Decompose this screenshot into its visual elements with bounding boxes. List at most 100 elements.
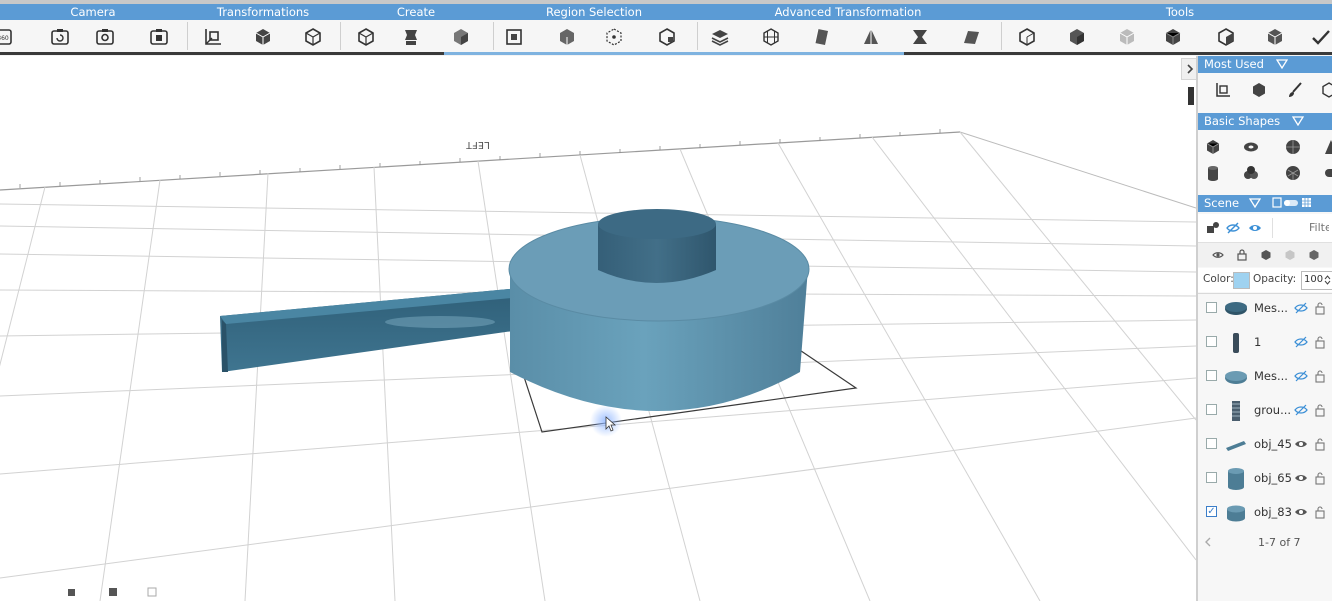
view-indicator-dot[interactable] xyxy=(147,587,157,597)
group-header-advanced-transformation[interactable]: Advanced Transformation xyxy=(696,4,1000,20)
create-box-button[interactable] xyxy=(355,26,377,48)
camera-rotate-button[interactable] xyxy=(49,26,71,48)
create-mesh-button[interactable] xyxy=(450,26,472,48)
cone-shape-icon[interactable] xyxy=(1322,138,1332,156)
adv-twist-button[interactable] xyxy=(909,26,931,48)
camera-settings-button[interactable] xyxy=(94,26,116,48)
unlock-icon[interactable] xyxy=(1314,505,1326,519)
model-knob[interactable] xyxy=(598,209,716,283)
group-header-camera[interactable]: Camera xyxy=(0,4,186,20)
scale-tool-button[interactable] xyxy=(302,26,324,48)
visibility-eye-icon[interactable] xyxy=(1294,437,1308,451)
move-axes-icon[interactable] xyxy=(1214,81,1232,99)
capsule-shape-icon[interactable] xyxy=(1322,164,1332,182)
geosphere-shape-icon[interactable] xyxy=(1284,164,1302,182)
visibility-eye-icon[interactable] xyxy=(1294,505,1308,519)
visibility-eye-icon[interactable] xyxy=(1294,403,1308,417)
cylinder-shape-icon[interactable] xyxy=(1204,164,1222,182)
adv-subdivide-button[interactable] xyxy=(760,26,782,48)
scene-list-item[interactable]: obj_65 xyxy=(1198,462,1332,496)
unlock-icon[interactable] xyxy=(1314,335,1326,349)
scene-list-item[interactable]: ✓ obj_83 xyxy=(1198,496,1332,530)
view-360-button[interactable]: 360 xyxy=(0,26,14,48)
scene-header[interactable]: Scene xyxy=(1198,195,1332,212)
unlock-icon[interactable] xyxy=(1314,301,1326,315)
basic-shapes-header[interactable]: Basic Shapes xyxy=(1198,113,1332,130)
paint-brush-icon[interactable] xyxy=(1286,81,1304,99)
item-checkbox[interactable] xyxy=(1206,438,1217,449)
scene-list-item[interactable]: grou... xyxy=(1198,394,1332,428)
tool-cut-button[interactable] xyxy=(1215,26,1237,48)
rotate-tool-button[interactable] xyxy=(252,26,274,48)
adv-bend-button[interactable] xyxy=(960,26,982,48)
adv-shear-button[interactable] xyxy=(810,26,832,48)
stepper-arrows-icon[interactable] xyxy=(1324,274,1331,286)
unlock-icon[interactable] xyxy=(1314,403,1326,417)
tool-boolean-button[interactable] xyxy=(1264,26,1286,48)
axis-label: LEFT xyxy=(466,139,490,150)
cylinder-thumbnail-icon xyxy=(1228,468,1244,490)
item-checkbox[interactable] xyxy=(1206,404,1217,415)
unlock-icon[interactable] xyxy=(1314,437,1326,451)
scene-list-item[interactable]: Mes... xyxy=(1198,360,1332,394)
3d-viewport[interactable]: LEFT xyxy=(0,56,1196,601)
cube-ghost-icon[interactable] xyxy=(1284,249,1296,261)
visibility-eye-icon[interactable] xyxy=(1294,471,1308,485)
item-checkbox[interactable] xyxy=(1206,336,1217,347)
unlock-icon[interactable] xyxy=(1314,471,1326,485)
select-vertices-button[interactable] xyxy=(603,26,625,48)
most-used-header[interactable]: Most Used xyxy=(1198,56,1332,73)
move-tool-button[interactable] xyxy=(202,26,224,48)
item-checkbox[interactable] xyxy=(1206,302,1217,313)
tool-measure-button[interactable] xyxy=(1016,26,1038,48)
model-handle[interactable] xyxy=(220,288,520,372)
cube-wire-icon[interactable] xyxy=(1308,249,1320,261)
cube-outline-icon[interactable] xyxy=(1320,81,1332,99)
select-faces-button[interactable] xyxy=(556,26,578,48)
create-extrude-button[interactable] xyxy=(400,26,422,48)
scene-filter-input[interactable] xyxy=(1273,218,1331,236)
scrollbar-thumb[interactable] xyxy=(1188,87,1194,105)
group-header-region-selection[interactable]: Region Selection xyxy=(494,4,694,20)
adv-stack-button[interactable] xyxy=(709,26,731,48)
shapes-filter-icon[interactable] xyxy=(1206,221,1220,235)
tool-ghost-button[interactable] xyxy=(1116,26,1138,48)
cube-solid-icon[interactable] xyxy=(1260,249,1272,261)
viewport-canvas[interactable]: LEFT xyxy=(0,56,1196,601)
unlock-icon[interactable] xyxy=(1314,369,1326,383)
group-header-transformations[interactable]: Transformations xyxy=(188,4,338,20)
torus-shape-icon[interactable] xyxy=(1242,138,1260,156)
eye-icon[interactable] xyxy=(1212,249,1224,261)
cube-rotate-icon[interactable] xyxy=(1250,81,1268,99)
scene-list-item[interactable]: obj_45 xyxy=(1198,428,1332,462)
item-checkbox-checked[interactable]: ✓ xyxy=(1206,506,1217,517)
view-indicator-dot[interactable] xyxy=(109,588,117,596)
camera-save-button[interactable] xyxy=(148,26,170,48)
sphere-shape-icon[interactable] xyxy=(1284,138,1302,156)
visibility-eye-icon[interactable] xyxy=(1294,369,1308,383)
group-header-tools[interactable]: Tools xyxy=(1002,4,1332,20)
scene-list-item[interactable]: Mes... xyxy=(1198,292,1332,326)
item-checkbox[interactable] xyxy=(1206,472,1217,483)
color-swatch[interactable] xyxy=(1233,272,1250,289)
lock-icon[interactable] xyxy=(1236,249,1248,261)
hide-eye-icon[interactable] xyxy=(1226,221,1240,235)
cube-shape-icon[interactable] xyxy=(1204,138,1222,156)
select-edges-button[interactable] xyxy=(656,26,678,48)
tool-check-button[interactable] xyxy=(1310,26,1332,48)
chevron-left-icon[interactable] xyxy=(1204,536,1212,548)
item-checkbox[interactable] xyxy=(1206,370,1217,381)
visibility-eye-icon[interactable] xyxy=(1294,301,1308,315)
item-name: 1 xyxy=(1254,335,1262,349)
view-indicator-dot[interactable] xyxy=(68,589,75,596)
visible-eye-icon[interactable] xyxy=(1248,221,1262,235)
scene-list-item[interactable]: 1 xyxy=(1198,326,1332,360)
tool-sphere-button[interactable] xyxy=(1162,26,1184,48)
visibility-eye-icon[interactable] xyxy=(1294,335,1308,349)
opacity-stepper[interactable]: 100 xyxy=(1301,271,1332,290)
tool-solid-button[interactable] xyxy=(1066,26,1088,48)
spheres-group-icon[interactable] xyxy=(1242,164,1260,182)
select-region-button[interactable] xyxy=(503,26,525,48)
adv-taper-button[interactable] xyxy=(860,26,882,48)
group-header-create[interactable]: Create xyxy=(340,4,492,20)
